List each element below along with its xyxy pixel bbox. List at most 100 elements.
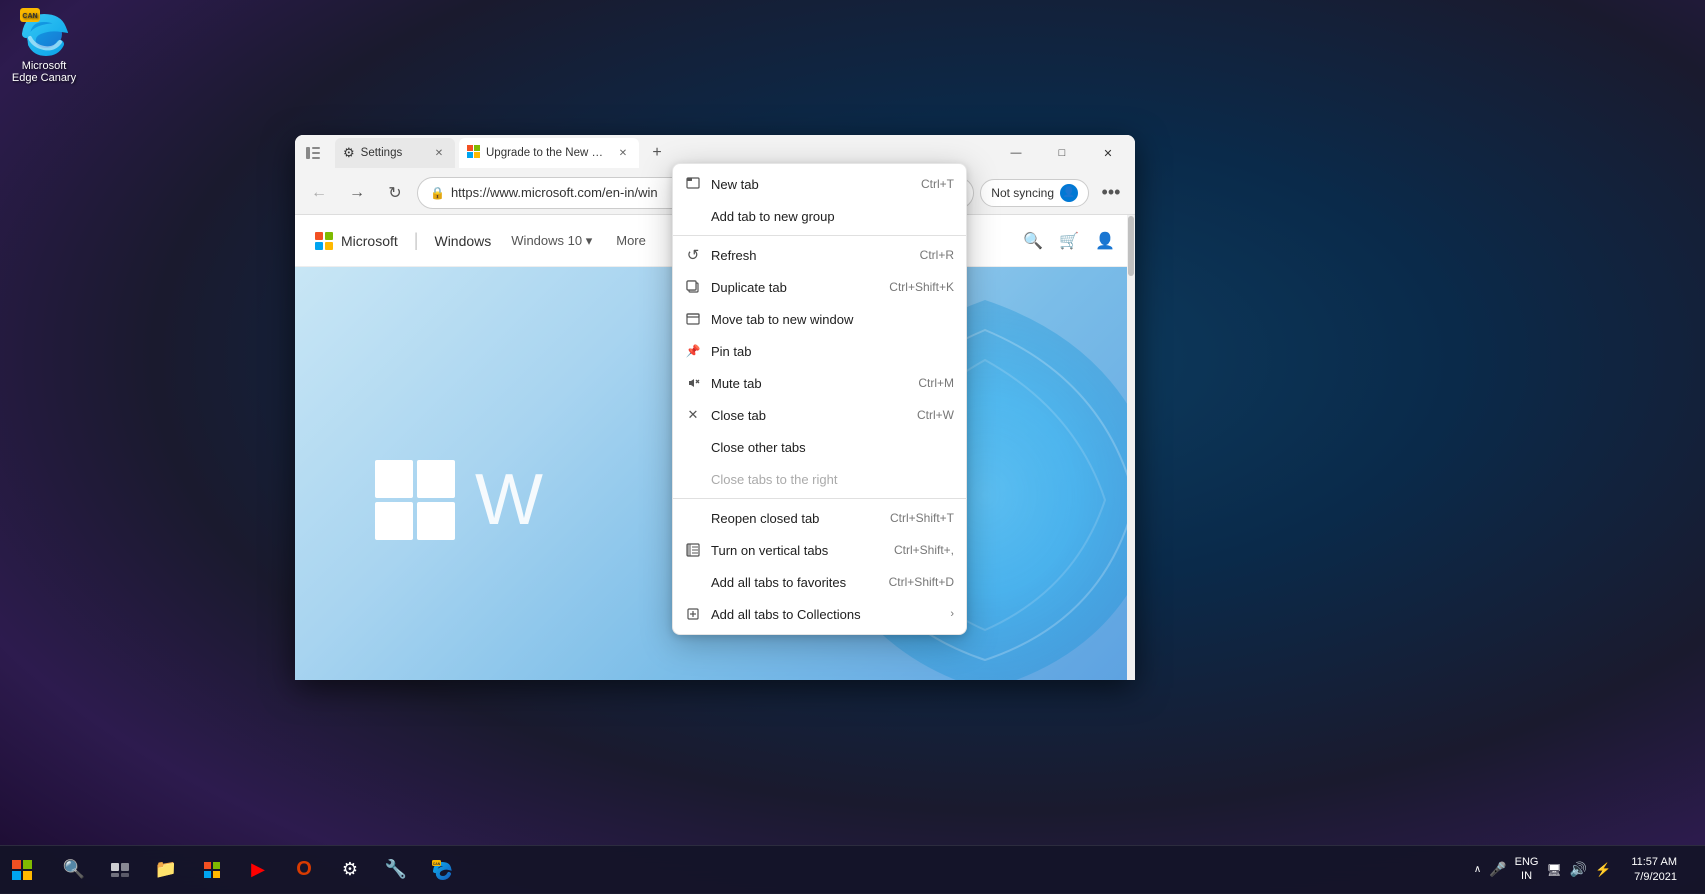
menu-item-new-tab[interactable]: New tab Ctrl+T — [673, 168, 966, 200]
close-right-icon — [685, 471, 701, 487]
scrollbar-thumb[interactable] — [1128, 216, 1134, 276]
edge-canary-desktop-icon[interactable]: CAN Microsoft Edge Canary — [8, 8, 80, 84]
sidebar-toggle-button[interactable] — [299, 139, 327, 167]
menu-divider-1 — [673, 235, 966, 236]
taskbar-ms-store[interactable] — [190, 848, 234, 892]
show-desktop-button[interactable] — [1689, 846, 1697, 894]
reopen-shortcut: Ctrl+Shift+T — [890, 511, 954, 525]
close-right-label: Close tabs to the right — [711, 472, 954, 487]
add-favorites-icon — [685, 574, 701, 590]
refresh-shortcut: Ctrl+R — [920, 248, 954, 262]
menu-item-reopen[interactable]: Reopen closed tab Ctrl+Shift+T — [673, 502, 966, 534]
new-tab-shortcut: Ctrl+T — [921, 177, 954, 191]
taskbar-office[interactable]: O — [282, 848, 326, 892]
tray-display[interactable]: 🖥 — [1546, 863, 1561, 877]
menu-item-add-collections[interactable]: Add all tabs to Collections › — [673, 598, 966, 630]
edge-canary-label: Microsoft Edge Canary — [12, 60, 76, 84]
start-button[interactable] — [0, 848, 44, 892]
add-group-label: Add tab to new group — [711, 209, 954, 224]
mute-label: Mute tab — [711, 376, 908, 391]
sync-label: Not syncing — [991, 186, 1054, 200]
close-tab-label: Close tab — [711, 408, 907, 423]
more-button[interactable]: ••• — [1095, 177, 1127, 209]
tab-windows[interactable]: Upgrade to the New Windows 1 ✕ — [459, 138, 639, 168]
ms-brand: Microsoft — [341, 233, 398, 249]
tray-volume[interactable]: 🔊 — [1570, 861, 1587, 878]
settings-favicon: ⚙ — [343, 145, 355, 161]
new-tab-button[interactable]: + — [643, 139, 671, 167]
close-button[interactable]: ✕ — [1085, 135, 1131, 171]
nav-more[interactable]: More — [616, 233, 646, 248]
menu-item-close-others[interactable]: Close other tabs — [673, 431, 966, 463]
tray-network[interactable]: ENG IN — [1515, 856, 1539, 882]
menu-item-close-right: Close tabs to the right — [673, 463, 966, 495]
new-tab-icon — [685, 176, 701, 192]
mute-shortcut: Ctrl+M — [918, 376, 954, 390]
menu-item-pin[interactable]: 📌 Pin tab — [673, 335, 966, 367]
win11-logo — [375, 460, 455, 540]
duplicate-label: Duplicate tab — [711, 280, 879, 295]
refresh-button[interactable]: ↻ — [379, 177, 411, 209]
taskbar-explorer[interactable]: 📁 — [144, 848, 188, 892]
nav-windows10[interactable]: Windows 10 ▾ — [511, 233, 592, 249]
tab-settings[interactable]: ⚙ Settings ✕ — [335, 138, 455, 168]
tray-mic[interactable]: 🎤 — [1489, 861, 1506, 878]
cart-icon[interactable]: 🛒 — [1059, 231, 1079, 251]
duplicate-icon — [685, 279, 701, 295]
window-controls: — □ ✕ — [993, 135, 1131, 171]
close-others-label: Close other tabs — [711, 440, 954, 455]
forward-button[interactable]: → — [341, 177, 373, 209]
taskbar-wintools[interactable]: 🔧 — [374, 848, 418, 892]
back-button[interactable]: ← — [303, 177, 335, 209]
menu-divider-2 — [673, 498, 966, 499]
duplicate-shortcut: Ctrl+Shift+K — [889, 280, 954, 294]
refresh-icon: ↺ — [685, 247, 701, 263]
new-tab-label: New tab — [711, 177, 911, 192]
menu-item-add-favorites[interactable]: Add all tabs to favorites Ctrl+Shift+D — [673, 566, 966, 598]
taskbar-icons: 🔍 📁 ▶ O ⚙ 🔧 — [44, 848, 1466, 892]
taskbar-edge-canary[interactable]: CAN — [420, 848, 464, 892]
svg-text:CAN: CAN — [22, 13, 37, 20]
move-window-label: Move tab to new window — [711, 312, 954, 327]
minimize-button[interactable]: — — [993, 135, 1039, 171]
vertical-tabs-icon — [685, 542, 701, 558]
tray-battery[interactable]: ⚡ — [1595, 862, 1611, 878]
system-tray: ∧ 🎤 ENG IN 🖥 🔊 ⚡ — [1466, 856, 1619, 882]
win-hero-text: W — [475, 459, 543, 541]
svg-text:CAN: CAN — [433, 862, 441, 866]
reopen-icon — [685, 510, 701, 526]
menu-item-refresh[interactable]: ↺ Refresh Ctrl+R — [673, 239, 966, 271]
menu-item-vertical[interactable]: Turn on vertical tabs Ctrl+Shift+, — [673, 534, 966, 566]
menu-item-close-tab[interactable]: ✕ Close tab Ctrl+W — [673, 399, 966, 431]
windows-tab-close[interactable]: ✕ — [615, 145, 631, 161]
reopen-label: Reopen closed tab — [711, 511, 880, 526]
refresh-label: Refresh — [711, 248, 910, 263]
add-favorites-shortcut: Ctrl+Shift+D — [889, 575, 954, 589]
vertical-shortcut: Ctrl+Shift+, — [894, 543, 954, 557]
settings-tab-close[interactable]: ✕ — [431, 145, 447, 161]
sync-button[interactable]: Not syncing 👤 — [980, 179, 1089, 207]
menu-item-move-window[interactable]: Move tab to new window — [673, 303, 966, 335]
ms-logo-grid — [315, 232, 333, 250]
taskbar-search[interactable]: 🔍 — [52, 848, 96, 892]
taskbar-youtube[interactable]: ▶ — [236, 848, 280, 892]
sync-avatar: 👤 — [1060, 184, 1078, 202]
move-window-icon — [685, 311, 701, 327]
ms-logo: Microsoft — [315, 232, 398, 250]
edge-canary-icon: CAN — [20, 8, 68, 56]
tray-chevron[interactable]: ∧ — [1474, 864, 1481, 875]
maximize-button[interactable]: □ — [1039, 135, 1085, 171]
menu-item-mute[interactable]: Mute tab Ctrl+M — [673, 367, 966, 399]
clock-date: 7/9/2021 — [1631, 870, 1677, 884]
user-icon[interactable]: 👤 — [1095, 231, 1115, 251]
menu-item-duplicate[interactable]: Duplicate tab Ctrl+Shift+K — [673, 271, 966, 303]
close-others-icon — [685, 439, 701, 455]
context-menu: New tab Ctrl+T Add tab to new group ↺ Re… — [672, 163, 967, 635]
search-icon[interactable]: 🔍 — [1023, 231, 1043, 251]
taskbar-clock[interactable]: 11:57 AM 7/9/2021 — [1623, 851, 1685, 888]
taskbar-task-view[interactable] — [98, 848, 142, 892]
taskbar-settings[interactable]: ⚙ — [328, 848, 372, 892]
menu-item-add-group[interactable]: Add tab to new group — [673, 200, 966, 232]
browser-scrollbar[interactable] — [1127, 215, 1135, 680]
taskbar-right: ∧ 🎤 ENG IN 🖥 🔊 ⚡ 11:57 AM 7/9/2021 — [1466, 846, 1705, 894]
